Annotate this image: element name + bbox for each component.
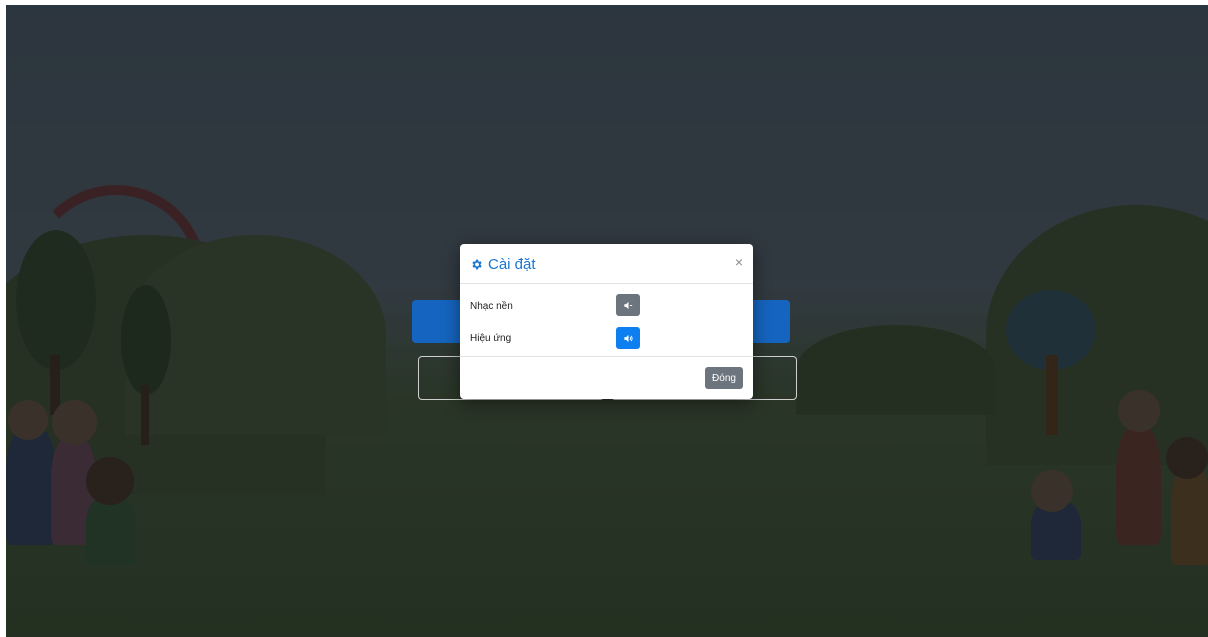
close-button[interactable]: Đóng bbox=[705, 367, 743, 389]
close-icon[interactable]: × bbox=[735, 255, 743, 269]
volume-up-icon bbox=[623, 334, 633, 342]
modal-title: Cài đặt bbox=[470, 256, 536, 273]
settings-modal: Cài đặt × Nhạc nền Hiệu ứng Đóng bbox=[460, 244, 753, 399]
gear-icon bbox=[472, 259, 482, 270]
volume-mute-icon bbox=[623, 301, 632, 309]
sound-effects-toggle-button[interactable] bbox=[616, 327, 640, 349]
background-music-toggle-button[interactable] bbox=[616, 294, 640, 316]
background-music-label: Nhạc nền bbox=[470, 301, 513, 312]
modal-header: Cài đặt × bbox=[460, 244, 753, 284]
modal-footer-divider bbox=[460, 356, 753, 357]
modal-title-text: Cài đặt bbox=[488, 256, 536, 273]
sound-effects-label: Hiệu ứng bbox=[470, 333, 512, 344]
